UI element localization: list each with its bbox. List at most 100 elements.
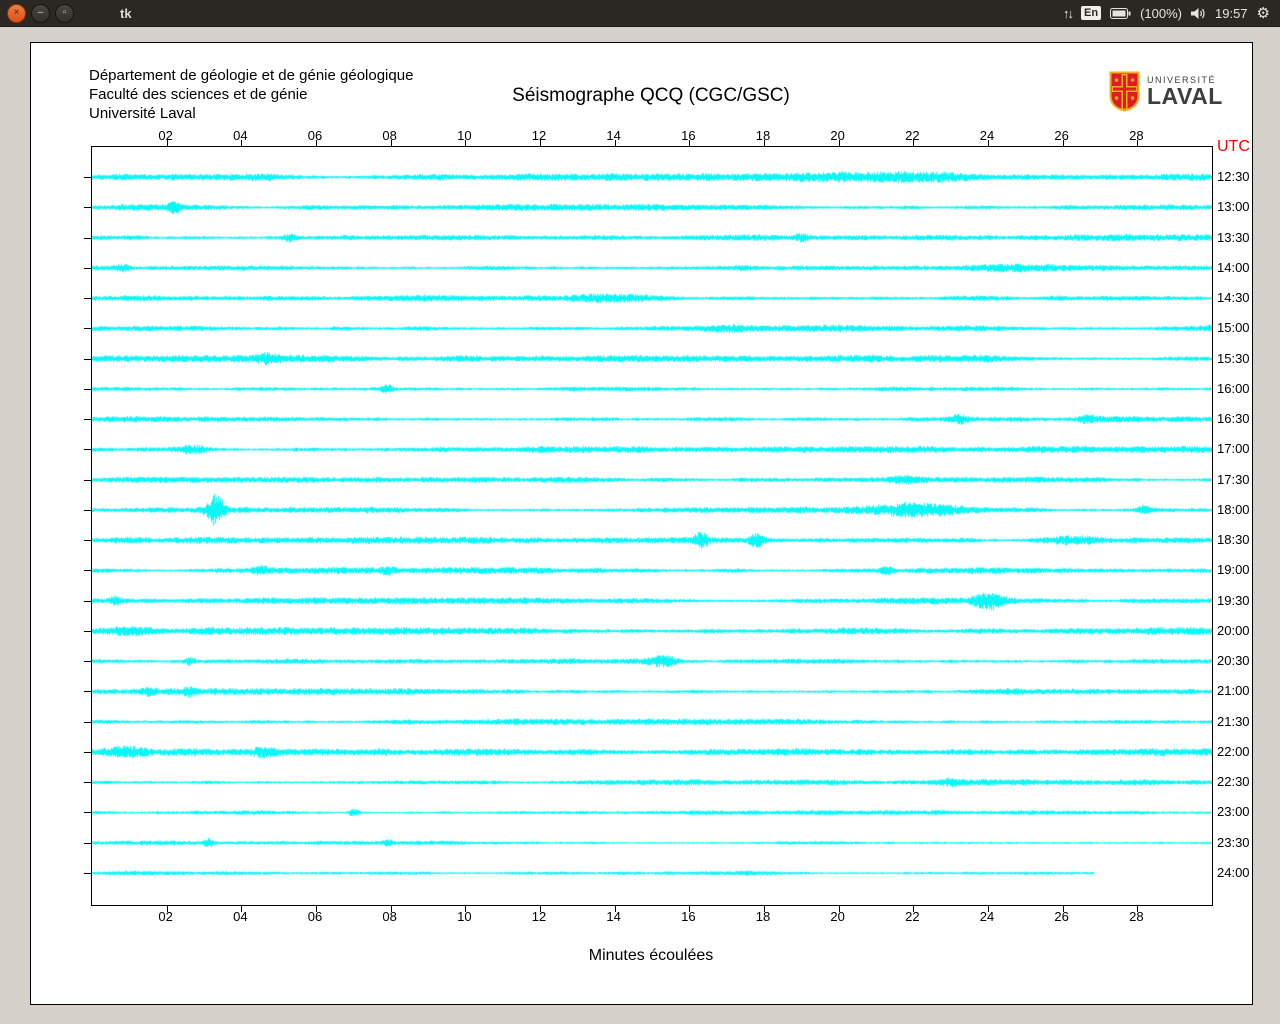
window-controls: × – ▫ [0, 3, 74, 23]
x-tick-label: 02 [158, 909, 173, 924]
x-tick-label: 18 [755, 909, 771, 924]
x-tick-label: 24 [979, 909, 995, 924]
updown-arrows-icon[interactable]: ↑↓ [1063, 6, 1074, 21]
x-tick-label: 06 [307, 128, 323, 143]
minimize-icon: – [37, 7, 44, 18]
trace-tick-mark [84, 238, 91, 239]
x-tick-label: 02 [158, 128, 173, 143]
x-tick-label: 22 [905, 128, 920, 143]
laval-shield-icon [1109, 71, 1140, 117]
utc-time-label: 22:00 [1217, 744, 1250, 759]
x-tick-label: 20 [830, 128, 845, 143]
x-tick-label: 14 [606, 128, 621, 143]
utc-time-label: 18:00 [1217, 502, 1250, 517]
trace-tick-mark [84, 631, 91, 632]
settings-gear-icon[interactable]: ⚙ [1257, 6, 1270, 21]
trace-tick-mark [84, 722, 91, 723]
topbar: × – ▫ tk ↑↓ En (100%) 19:57 ⚙ [0, 0, 1280, 27]
utc-time-label: 12:30 [1217, 169, 1250, 184]
trace-tick-mark [84, 540, 91, 541]
x-tick-label: 28 [1129, 128, 1144, 143]
utc-time-label: 13:00 [1217, 199, 1250, 214]
x-tick-label: 16 [681, 128, 696, 143]
utc-time-label: 20:30 [1217, 653, 1250, 668]
trace-tick-mark [84, 298, 91, 299]
trace-tick-mark [84, 661, 91, 662]
battery-icon[interactable] [1110, 7, 1131, 19]
trace-tick-mark [84, 359, 91, 360]
volume-icon[interactable] [1191, 7, 1206, 20]
x-tick-label: 18 [755, 128, 771, 143]
x-tick-label: 12 [531, 909, 547, 924]
utc-time-label: 21:30 [1217, 714, 1250, 729]
utc-time-label: 22:30 [1217, 774, 1250, 789]
window-close-button[interactable]: × [7, 3, 26, 23]
window-minimize-button[interactable]: – [31, 3, 50, 23]
laval-logo: UNIVERSITÉ LAVAL [1109, 71, 1223, 117]
x-tick-label: 10 [457, 128, 472, 143]
clock-label[interactable]: 19:57 [1215, 6, 1248, 21]
utc-header-label: UTC [1217, 138, 1250, 155]
utc-time-label: 23:00 [1217, 804, 1250, 819]
trace-tick-mark [84, 782, 91, 783]
x-tick-label: 04 [233, 128, 248, 143]
trace-tick-mark [84, 207, 91, 208]
institution-line-1: Département de géologie et de génie géol… [89, 67, 414, 84]
trace-tick-mark [84, 843, 91, 844]
utc-time-label: 13:30 [1217, 230, 1250, 245]
utc-time-label: 14:30 [1217, 290, 1250, 305]
utc-time-label: 19:30 [1217, 593, 1250, 608]
trace-tick-mark [84, 510, 91, 511]
system-tray: ↑↓ En (100%) 19:57 ⚙ [1063, 6, 1280, 21]
x-tick-label: 22 [905, 909, 920, 924]
close-icon: × [13, 7, 20, 18]
x-tick-label: 28 [1129, 909, 1144, 924]
laval-logo-line2: LAVAL [1147, 83, 1223, 109]
utc-time-label: 19:00 [1217, 562, 1250, 577]
x-tick-label: 08 [382, 128, 397, 143]
plot-area [84, 140, 1213, 912]
utc-time-label: 15:30 [1217, 351, 1250, 366]
x-tick-label: 10 [457, 909, 472, 924]
trace-tick-mark [84, 449, 91, 450]
battery-percent-label: (100%) [1140, 5, 1182, 21]
x-tick-label: 06 [307, 909, 323, 924]
utc-time-label: 15:00 [1217, 320, 1250, 335]
trace-tick-mark [84, 601, 91, 602]
page-title: Séismographe QCQ (CGC/GSC) [512, 85, 790, 106]
trace-tick-mark [84, 752, 91, 753]
institution-line-3: Université Laval [89, 105, 196, 122]
seismograph-window: Département de géologie et de génie géol… [30, 42, 1253, 1005]
trace-tick-mark [84, 570, 91, 571]
x-tick-label: 16 [681, 909, 696, 924]
utc-time-label: 21:00 [1217, 683, 1250, 698]
trace-tick-mark [84, 419, 91, 420]
keyboard-layout-indicator[interactable]: En [1081, 6, 1102, 20]
laval-logo-text: UNIVERSITÉ LAVAL [1147, 71, 1223, 109]
trace-tick-mark [84, 480, 91, 481]
window-maximize-button[interactable]: ▫ [55, 3, 74, 23]
trace-tick-mark [84, 389, 91, 390]
utc-time-label: 24:00 [1217, 865, 1250, 880]
utc-time-label: 16:30 [1217, 411, 1250, 426]
trace-tick-mark [84, 691, 91, 692]
x-tick-label: 04 [233, 909, 248, 924]
utc-time-label: 17:00 [1217, 441, 1250, 456]
maximize-icon: ▫ [62, 7, 67, 18]
utc-time-label: 14:00 [1217, 260, 1250, 275]
trace-tick-mark [84, 873, 91, 874]
x-axis-title: Minutes écoulées [588, 947, 714, 964]
seismograph-canvas [92, 147, 1212, 905]
window-title: tk [120, 5, 132, 21]
utc-time-label: 18:30 [1217, 532, 1250, 547]
utc-time-label: 17:30 [1217, 472, 1250, 487]
trace-tick-mark [84, 328, 91, 329]
x-tick-label: 26 [1054, 909, 1069, 924]
x-tick-label: 14 [606, 909, 621, 924]
utc-time-label: 23:30 [1217, 835, 1250, 850]
x-tick-label: 24 [979, 128, 995, 143]
utc-time-label: 16:00 [1217, 381, 1250, 396]
x-tick-label: 20 [830, 909, 845, 924]
utc-time-label: 20:00 [1217, 623, 1250, 638]
trace-tick-mark [84, 268, 91, 269]
